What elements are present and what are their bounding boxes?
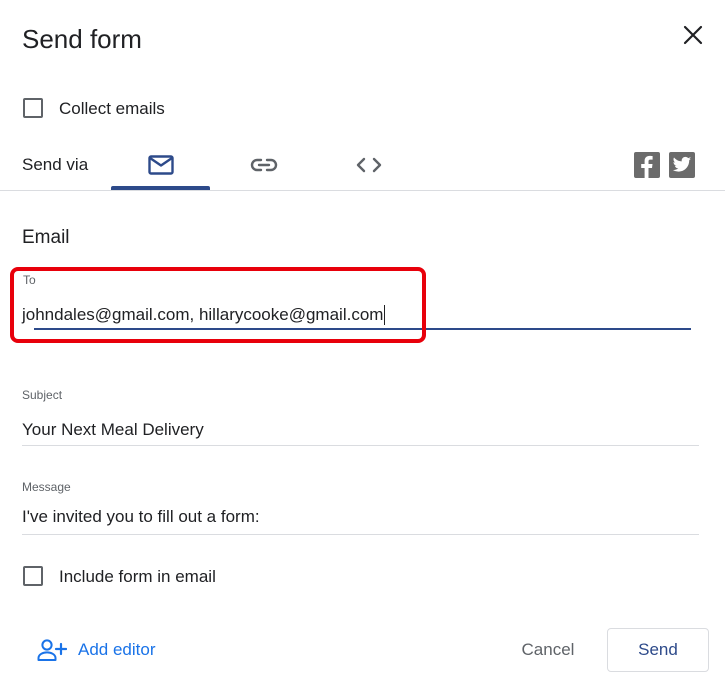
send-button[interactable]: Send (607, 628, 709, 672)
close-icon (683, 25, 703, 45)
person-add-icon (37, 639, 67, 661)
include-form-checkbox[interactable] (23, 566, 43, 586)
add-editor-label: Add editor (78, 640, 156, 659)
tab-embed[interactable] (329, 140, 409, 190)
dialog-title: Send form (22, 24, 142, 54)
subject-field-label: Subject (22, 388, 63, 402)
tabs-divider (0, 190, 725, 191)
message-field-label: Message (22, 480, 71, 494)
facebook-icon (641, 155, 653, 178)
collect-emails-checkbox[interactable] (23, 98, 43, 118)
include-form-label: Include form in email (59, 567, 216, 586)
text-caret (384, 305, 386, 325)
to-input-value: johndales@gmail.com, hillarycooke@gmail.… (22, 305, 384, 324)
to-field-label: To (23, 273, 36, 287)
link-icon (250, 158, 278, 172)
to-input[interactable]: johndales@gmail.com, hillarycooke@gmail.… (22, 304, 386, 326)
mail-icon (147, 155, 174, 175)
close-button[interactable] (676, 18, 710, 52)
cancel-button[interactable]: Cancel (498, 628, 598, 672)
tab-link[interactable] (224, 140, 304, 190)
message-input-underline (22, 534, 699, 535)
message-input[interactable]: I've invited you to fill out a form: (22, 506, 260, 528)
to-input-underline (34, 328, 691, 330)
share-twitter-button[interactable] (669, 152, 695, 178)
send-via-label: Send via (22, 155, 89, 174)
add-editor-button[interactable]: Add editor (37, 638, 156, 662)
share-facebook-button[interactable] (634, 152, 660, 178)
collect-emails-label: Collect emails (59, 99, 165, 118)
twitter-icon (672, 156, 692, 172)
tab-email[interactable] (111, 140, 210, 190)
email-section-title: Email (22, 227, 70, 248)
code-embed-icon (356, 157, 382, 173)
subject-input[interactable]: Your Next Meal Delivery (22, 419, 204, 441)
subject-input-underline (22, 445, 699, 446)
